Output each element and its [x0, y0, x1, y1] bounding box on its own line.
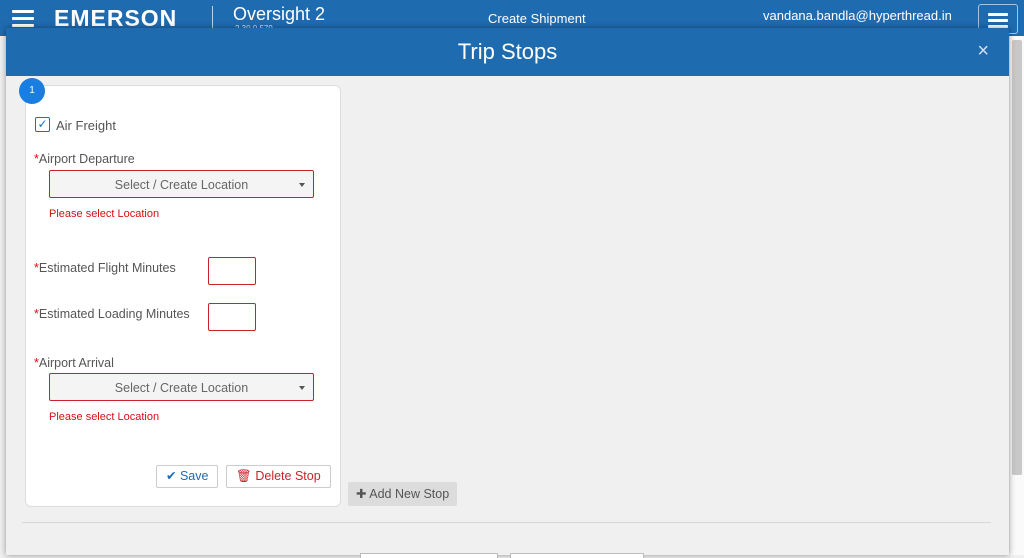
airport-arrival-placeholder: Select / Create Location	[114, 381, 249, 395]
trash-icon: 🗑	[236, 469, 256, 483]
modal-title: Trip Stops	[457, 39, 558, 64]
airport-arrival-label: *Airport Arrival	[34, 356, 114, 370]
stop-card: ✓ Air Freight *Airport Departure Select …	[25, 85, 341, 507]
scrollbar[interactable]	[1012, 40, 1022, 475]
flight-minutes-input[interactable]	[208, 257, 256, 285]
app-name: Oversight 2	[233, 4, 326, 24]
delete-stop-button[interactable]: 🗑 Delete Stop	[226, 465, 331, 488]
modal-header: Trip Stops ×	[6, 28, 1009, 76]
airport-arrival-error: Please select Location	[49, 411, 160, 423]
flight-minutes-label: *Estimated Flight Minutes	[34, 261, 176, 275]
airport-departure-error: Please select Location	[49, 208, 160, 220]
footer-divider	[22, 522, 991, 523]
airport-departure-select[interactable]: Select / Create Location	[49, 170, 314, 198]
loading-minutes-label: *Estimated Loading Minutes	[34, 307, 190, 321]
airport-arrival-select[interactable]: Select / Create Location	[49, 373, 314, 401]
menu-icon[interactable]	[12, 10, 34, 27]
caret-down-icon	[299, 183, 305, 187]
user-email[interactable]: vandana.bandla@hyperthread.in	[763, 8, 952, 23]
checkmark-icon: ✓	[37, 117, 48, 131]
save-button[interactable]: ✔ Save	[156, 465, 219, 488]
stop-number-badge: 1	[19, 78, 45, 104]
loading-minutes-input[interactable]	[208, 303, 256, 331]
air-freight-label: Air Freight	[56, 118, 116, 133]
air-freight-checkbox[interactable]: ✓	[35, 117, 50, 132]
close-icon[interactable]: ×	[977, 40, 989, 63]
header-divider	[212, 6, 213, 30]
plus-icon: ✚	[356, 487, 370, 501]
trip-stops-modal: Trip Stops × ✓ Air Freight *Airport Depa…	[6, 28, 1009, 558]
add-new-stop-button[interactable]: ✚ Add New Stop	[348, 482, 458, 506]
footer-button-left[interactable]	[360, 553, 498, 558]
check-icon: ✔	[166, 469, 180, 483]
airport-departure-label: *Airport Departure	[34, 152, 135, 166]
caret-down-icon	[299, 386, 305, 390]
footer-button-right[interactable]	[510, 553, 644, 558]
airport-departure-placeholder: Select / Create Location	[114, 178, 249, 192]
page-title: Create Shipment	[488, 11, 586, 26]
